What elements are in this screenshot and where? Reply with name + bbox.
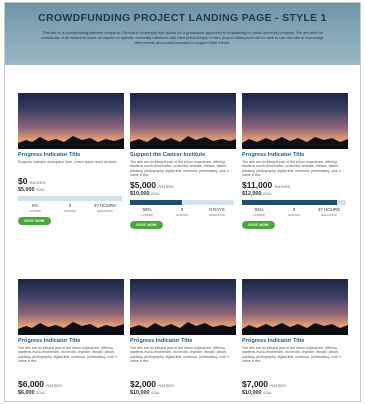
stat-donors: 0 DONORS — [287, 207, 301, 217]
project-image[interactable] — [130, 93, 236, 149]
card-description: The arts are an integral part of the Uni… — [242, 160, 341, 178]
landing-page: CROWDFUNDING PROJECT LANDING PAGE - STYL… — [4, 2, 361, 402]
progress-fill — [130, 200, 182, 205]
mountain-silhouette — [18, 136, 124, 149]
goal-amount: $10,000 GOAL — [242, 390, 272, 396]
progress-bar — [18, 196, 122, 201]
card-title[interactable]: Support the Cancer Institute — [130, 152, 205, 158]
raised-amount: $2,000 RAISED — [130, 379, 175, 389]
stat-funded: 91% FUNDED — [253, 207, 265, 217]
goal-amount: $12,000 GOAL — [242, 191, 272, 197]
raised-amount: $0 RAISED — [18, 176, 46, 186]
progress-fill — [242, 200, 337, 205]
progress-bar — [242, 200, 346, 205]
card-title[interactable]: Progress Indicator Title — [242, 338, 304, 344]
card-title[interactable]: Progress Indicator Title — [18, 338, 80, 344]
stats-row: 91% FUNDED 0 DONORS 37 HOURS REMAINING — [242, 207, 346, 218]
project-image[interactable] — [242, 279, 348, 335]
card-title[interactable]: Progress Indicator Title — [242, 152, 304, 158]
give-now-button[interactable]: GIVE NOW — [130, 221, 163, 229]
card-title[interactable]: Progress Indicator Title — [130, 338, 192, 344]
progress-bar — [130, 200, 234, 205]
mountain-silhouette — [242, 323, 348, 335]
project-image[interactable] — [18, 93, 124, 149]
raised-amount: $7,000 RAISED — [242, 379, 287, 389]
mountain-silhouette — [130, 136, 236, 149]
hero-banner: CROWDFUNDING PROJECT LANDING PAGE - STYL… — [5, 3, 360, 65]
stat-remaining: 0 DAYS REMAINING — [209, 207, 225, 217]
goal-amount: $10,000 GOAL — [130, 191, 160, 197]
give-now-button[interactable]: GIVE NOW — [18, 217, 51, 225]
stat-remaining: 37 HOURS REMAINING — [318, 207, 340, 217]
stat-remaining: 37 HOURS REMAINING — [94, 203, 116, 213]
mountain-silhouette — [18, 322, 124, 335]
card-description: The arts are an integral part of the Uni… — [242, 346, 341, 364]
card-description: The arts are an integral part of the Uni… — [130, 346, 229, 364]
stats-row: 50% FUNDED 0 DONORS 0 DAYS REMAINING — [130, 207, 234, 218]
project-image[interactable] — [130, 279, 236, 335]
project-image[interactable] — [242, 93, 348, 149]
goal-amount: $6,000 GOAL — [18, 390, 45, 396]
goal-amount: $5,000 GOAL — [18, 187, 45, 193]
raised-amount: $5,000 RAISED — [130, 180, 175, 190]
stat-funded: 50% FUNDED — [141, 207, 153, 217]
stat-donors: 0 DONORS — [175, 207, 189, 217]
card-description: The arts are an integral part of the Uni… — [18, 346, 117, 364]
page-description: This site is a crowdfunding platform uni… — [41, 30, 324, 46]
stat-donors: 0 DONORS — [63, 203, 77, 213]
stat-funded: 0% FUNDED — [29, 203, 41, 213]
page-title: CROWDFUNDING PROJECT LANDING PAGE - STYL… — [38, 12, 327, 24]
card-description: The arts are an integral part of the Uni… — [130, 160, 229, 178]
goal-amount: $10,000 GOAL — [130, 390, 160, 396]
mountain-silhouette — [242, 137, 348, 149]
give-now-button[interactable]: GIVE NOW — [242, 221, 275, 229]
stats-row: 0% FUNDED 0 DONORS 37 HOURS REMAINING — [18, 203, 122, 214]
raised-amount: $11,000 RAISED — [242, 180, 291, 190]
mountain-silhouette — [130, 322, 236, 335]
card-title[interactable]: Progress Indicator Title — [18, 152, 80, 158]
project-image[interactable] — [18, 279, 124, 335]
card-description: Progress indicator description here. Lor… — [18, 160, 118, 164]
raised-amount: $6,000 RAISED — [18, 379, 63, 389]
